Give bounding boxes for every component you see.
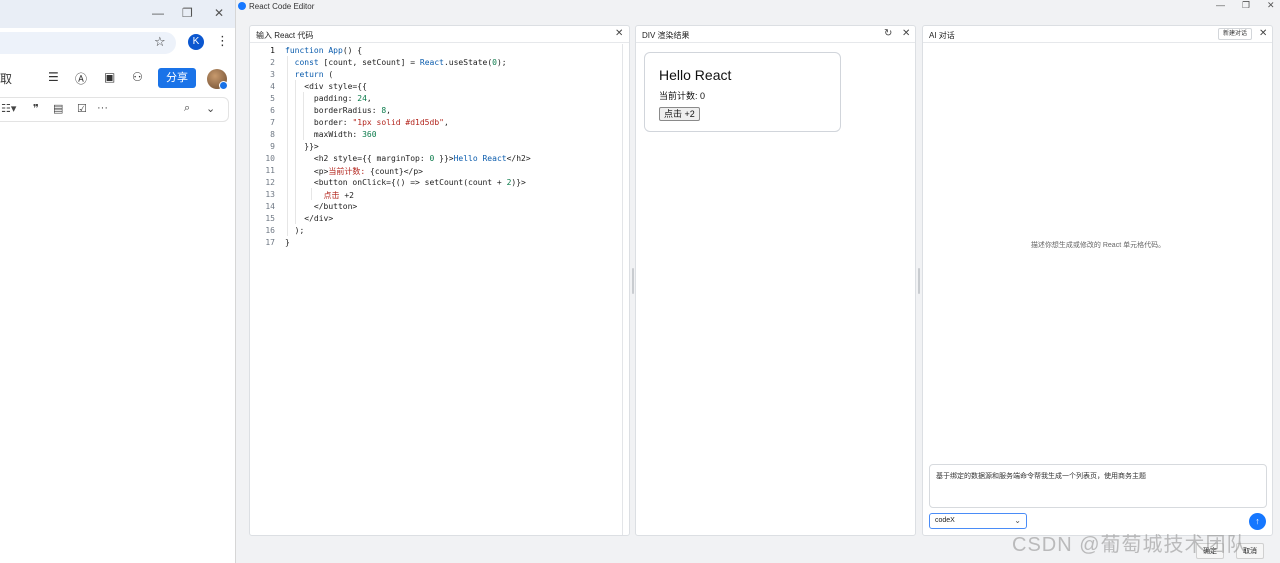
avatar-badge-icon [219, 81, 228, 90]
line-number: 10 [265, 154, 275, 163]
count-text: 当前计数: 0 [659, 91, 706, 101]
preview-panel-close-button[interactable]: ✕ [902, 28, 910, 39]
browser-restore-button[interactable]: ❐ [182, 6, 193, 20]
watermark: CSDN @葡萄城技术团队 [1012, 534, 1248, 556]
code-line: const [count, setCount] = React.useState… [294, 58, 507, 67]
line-number: 12 [265, 178, 275, 187]
code-line: <p>当前计数: {count}</p> [285, 167, 423, 176]
profile-avatar[interactable]: K [188, 34, 204, 50]
background-browser-window: — ❐ ✕ ☆ K ⋮ 取 ☰ Ⓐ ▣ ⚇ 分享 ☷▾ ❞ ▤ ☑ ··· ⌕ … [0, 0, 236, 563]
send-button[interactable]: ↑ [1249, 513, 1266, 530]
preview-panel-title: DIV 渲染结果 [642, 31, 690, 40]
list-icon[interactable]: ☷▾ [1, 102, 16, 115]
browser-minimize-button[interactable]: — [152, 6, 164, 20]
line-number: 15 [265, 214, 275, 223]
line-number: 7 [270, 118, 275, 127]
rendered-heading: Hello React [659, 67, 732, 83]
code-line: border: "1px solid #d1d5db", [285, 118, 449, 127]
browser-address-row: ☆ K ⋮ [0, 28, 235, 58]
code-panel: 输入 React 代码 ✕ 1 2 3 4 5 6 7 8 9 10 11 12… [249, 25, 630, 536]
code-line: maxWidth: 360 [285, 130, 377, 139]
app-minimize-button[interactable]: — [1216, 0, 1225, 10]
line-number: 5 [270, 94, 275, 103]
ai-icon[interactable]: Ⓐ [75, 70, 87, 87]
share-button[interactable]: 分享 [158, 68, 196, 88]
bookmark-star-icon[interactable]: ☆ [154, 34, 166, 50]
more-icon[interactable]: ··· [97, 102, 108, 114]
ai-chat-panel: AI 对话 新建对话 ✕ 描述你想生成或修改的 React 单元格代码。 基于绑… [922, 25, 1273, 536]
code-line: borderRadius: 8, [285, 106, 391, 115]
checklist-icon[interactable]: ☑ [77, 102, 87, 115]
code-line: <button onClick={() => setCount(count + … [285, 178, 526, 187]
code-line: } [285, 238, 290, 247]
code-line: ); [285, 226, 305, 235]
code-line: return ( [294, 70, 334, 79]
line-number: 17 [265, 238, 275, 247]
line-number: 14 [265, 202, 275, 211]
line-number: 13 [265, 190, 275, 199]
code-line: <div style={{ [285, 82, 367, 91]
chevron-down-icon: ⌄ [1014, 516, 1021, 525]
app-title: React Code Editor [249, 2, 315, 11]
code-line: </button> [285, 202, 358, 211]
model-select[interactable]: codeX ⌄ [929, 513, 1027, 529]
search-icon[interactable]: ⌕ [184, 102, 190, 115]
line-number: 16 [265, 226, 275, 235]
ai-panel-title: AI 对话 [929, 31, 955, 40]
line-number: 9 [270, 142, 275, 151]
code-line: padding: 24, [285, 94, 372, 103]
code-line: </div> [285, 214, 334, 223]
present-icon[interactable]: ▣ [104, 70, 115, 84]
code-panel-header: 输入 React 代码 ✕ [250, 26, 629, 43]
code-line: <h2 style={{ marginTop: 0 }}>Hello React… [285, 154, 531, 163]
line-number: 6 [270, 106, 275, 115]
model-select-value: codeX [935, 517, 955, 524]
browser-titlebar: — ❐ ✕ [0, 0, 235, 28]
react-code-editor-window: React Code Editor — ❐ ✕ 输入 React 代码 ✕ 1 … [236, 0, 1280, 563]
line-number: 4 [270, 82, 275, 91]
browser-close-button[interactable]: ✕ [214, 6, 224, 20]
format-toolbar: ☷▾ ❞ ▤ ☑ ··· ⌕ ⌄ [0, 97, 229, 122]
block-icon[interactable]: ▤ [53, 102, 63, 115]
permission-user-icon[interactable]: ⚇ [132, 70, 143, 84]
line-number: 1 [270, 46, 275, 55]
line-number: 11 [265, 166, 275, 175]
preview-panel: DIV 渲染结果 ↻ ✕ Hello React 当前计数: 0 点击 +2 [635, 25, 916, 536]
panel-resize-handle[interactable] [632, 268, 634, 294]
code-line: 点击 +2 [323, 191, 354, 200]
browser-menu-icon[interactable]: ⋮ [216, 33, 229, 49]
app-titlebar: React Code Editor — ❐ ✕ [236, 0, 1280, 14]
code-scrollbar[interactable] [622, 44, 623, 535]
refresh-icon[interactable]: ↻ [884, 28, 892, 39]
app-restore-button[interactable]: ❐ [1242, 0, 1250, 11]
menu-lines-icon[interactable]: ☰ [48, 70, 59, 84]
ai-panel-header: AI 对话 新建对话 ✕ [923, 26, 1272, 43]
app-close-button[interactable]: ✕ [1267, 0, 1275, 11]
doc-toolbar: 取 ☰ Ⓐ ▣ ⚇ [0, 66, 235, 92]
code-line: function App() { [285, 46, 363, 55]
line-number: 2 [270, 58, 275, 67]
screen: — ❐ ✕ ☆ K ⋮ 取 ☰ Ⓐ ▣ ⚇ 分享 ☷▾ ❞ ▤ ☑ ··· ⌕ … [0, 0, 1280, 563]
quote-icon[interactable]: ❞ [33, 102, 39, 115]
code-panel-close-button[interactable]: ✕ [615, 28, 623, 39]
new-chat-button[interactable]: 新建对话 [1218, 28, 1252, 40]
line-number: 8 [270, 130, 275, 139]
toolbar-partial-label: 取 [0, 72, 13, 86]
chevron-down-icon[interactable]: ⌄ [206, 102, 215, 115]
ai-panel-close-button[interactable]: ✕ [1259, 28, 1267, 39]
address-bar[interactable] [0, 32, 176, 54]
rendered-card: Hello React 当前计数: 0 点击 +2 [644, 52, 841, 132]
line-number: 3 [270, 70, 275, 79]
prompt-input[interactable]: 基于绑定的数据源和服务端命令帮我生成一个列表页，使用商务主题 [929, 464, 1267, 508]
ai-empty-hint: 描述你想生成或修改的 React 单元格代码。 [1030, 242, 1166, 249]
code-line: }}> [285, 142, 319, 151]
code-editor[interactable]: 1 2 3 4 5 6 7 8 9 10 11 12 13 14 15 16 1… [250, 44, 629, 535]
app-logo-icon [238, 2, 246, 10]
panel-resize-handle[interactable] [918, 268, 920, 294]
increment-button[interactable]: 点击 +2 [659, 107, 700, 121]
code-panel-title: 输入 React 代码 [256, 31, 314, 40]
preview-panel-header: DIV 渲染结果 ↻ ✕ [636, 26, 915, 43]
